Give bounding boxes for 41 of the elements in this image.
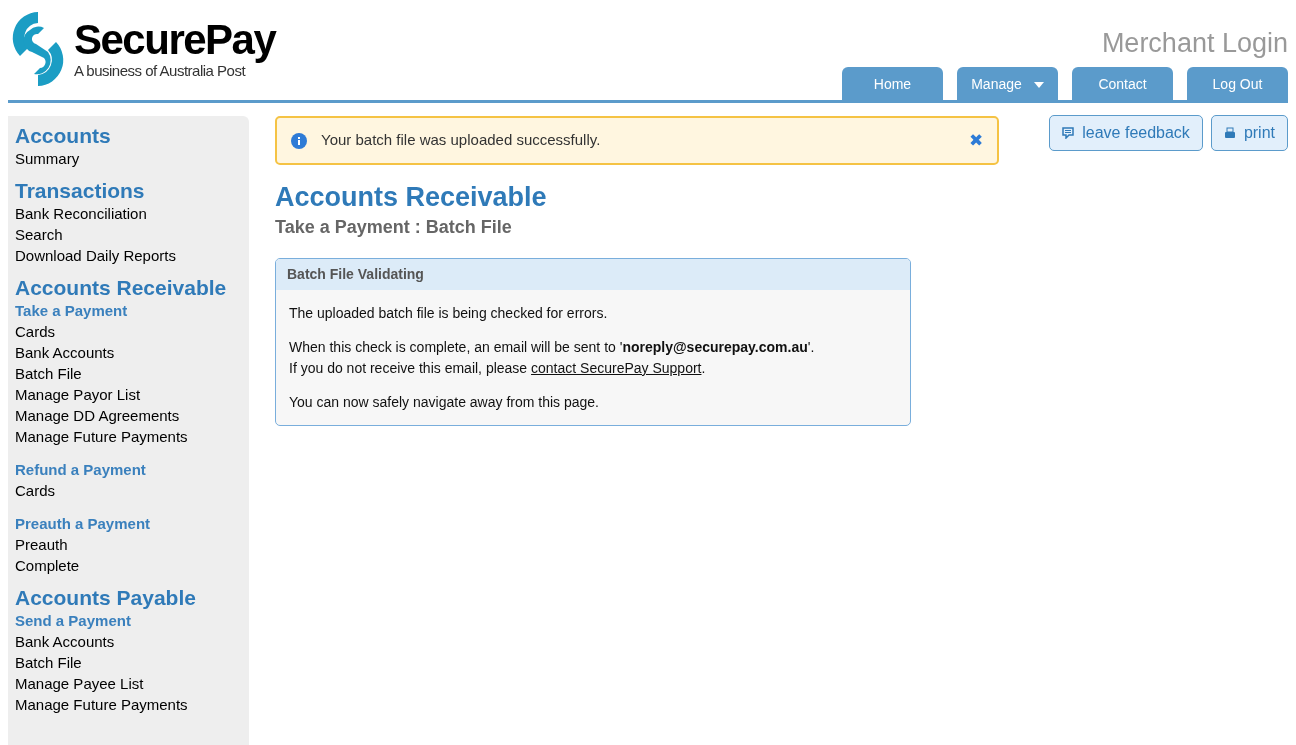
sidebar-link[interactable]: Download Daily Reports bbox=[15, 245, 242, 266]
sidebar-link[interactable]: Batch File bbox=[15, 363, 242, 384]
portal-title: Merchant Login bbox=[1101, 27, 1288, 59]
sidebar-link[interactable]: Cards bbox=[15, 480, 242, 501]
sidebar-link[interactable]: Manage Payor List bbox=[15, 384, 242, 405]
panel-paragraph: You can now safely navigate away from this page. bbox=[289, 393, 600, 412]
sidebar-link[interactable]: Bank Reconciliation bbox=[15, 203, 242, 224]
printer-icon bbox=[1223, 127, 1236, 139]
subsection-link[interactable]: Take a Payment bbox=[15, 300, 242, 321]
panel-paragraph: When this check is complete, an email will be sent to 'noreply@securepay.com.au'. If you do not receive this email, please contact SecurePay Support. bbox=[289, 338, 816, 378]
subsection-link[interactable]: Send a Payment bbox=[15, 610, 242, 631]
sidebar-link[interactable]: Search bbox=[15, 224, 242, 245]
sidebar-link[interactable]: Summary bbox=[15, 148, 242, 169]
panel-title: Batch File Validating bbox=[287, 265, 424, 284]
sidebar-link[interactable]: Cards bbox=[15, 321, 242, 342]
sidebar-link[interactable]: Bank Accounts bbox=[15, 631, 242, 652]
subsection-link[interactable]: Refund a Payment bbox=[15, 459, 242, 480]
panel-paragraph: The uploaded batch file is being checked for errors. bbox=[289, 304, 609, 323]
section-heading: Accounts Receivable bbox=[15, 276, 228, 300]
page-subtitle: Take a Payment : Batch File bbox=[275, 216, 513, 239]
section-heading: Accounts Payable bbox=[15, 586, 197, 610]
caret-icon bbox=[1033, 81, 1044, 88]
section-heading: Transactions bbox=[15, 179, 146, 203]
action-button[interactable]: leave feedback bbox=[1049, 115, 1203, 151]
alert-message: Your batch file was uploaded successfully. bbox=[321, 130, 602, 151]
sidebar-link[interactable]: Bank Accounts bbox=[15, 342, 242, 363]
speech-bubble-icon bbox=[1062, 127, 1075, 139]
sidebar-link[interactable]: Manage DD Agreements bbox=[15, 405, 242, 426]
sidebar-link[interactable]: Complete bbox=[15, 555, 242, 576]
action-button[interactable]: print bbox=[1210, 115, 1288, 151]
info-icon bbox=[291, 132, 307, 149]
sidebar-link[interactable]: Manage Future Payments bbox=[15, 426, 242, 447]
sidebar-link[interactable]: Manage Future Payments bbox=[15, 694, 242, 715]
close-button[interactable]: ✖ bbox=[969, 132, 983, 149]
page-title: Accounts Receivable bbox=[275, 181, 548, 213]
sidebar-link[interactable]: Preauth bbox=[15, 534, 242, 555]
brand-tagline: A business of Australia Post bbox=[74, 62, 246, 80]
sidebar-link[interactable]: Batch File bbox=[15, 652, 242, 673]
sidebar-link[interactable]: Manage Payee List bbox=[15, 673, 242, 694]
section-heading: Accounts bbox=[15, 124, 112, 148]
subsection-link[interactable]: Preauth a Payment bbox=[15, 513, 242, 534]
